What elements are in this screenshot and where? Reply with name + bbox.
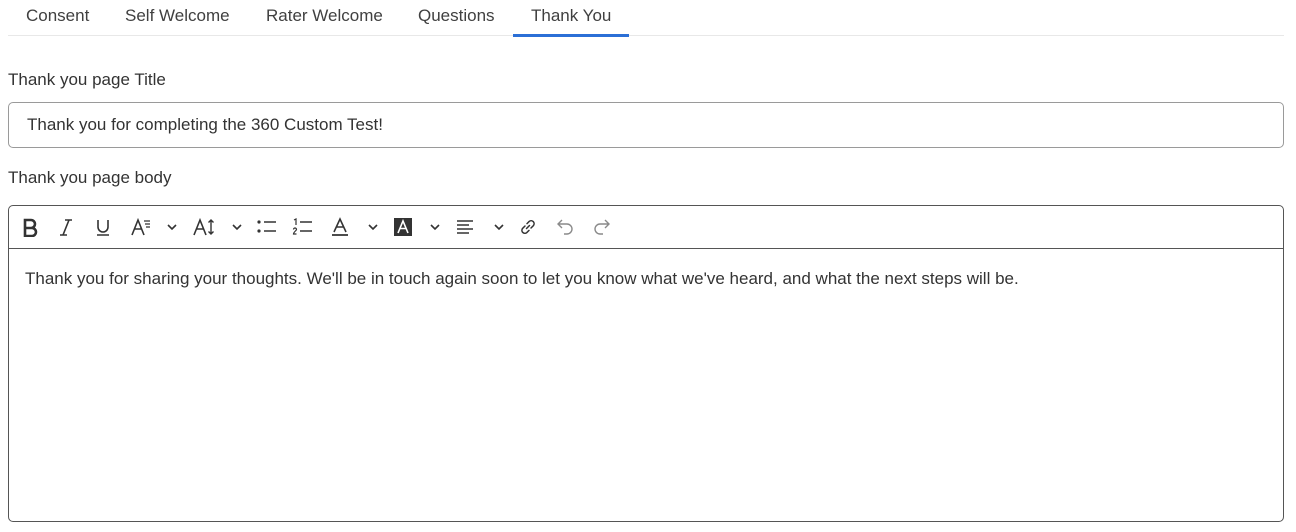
title-input[interactable] xyxy=(8,102,1284,148)
numbered-list-icon[interactable] xyxy=(291,212,315,242)
rich-text-editor: Thank you for sharing your thoughts. We'… xyxy=(8,205,1284,522)
tab-thank-you[interactable]: Thank You xyxy=(513,0,630,37)
font-size-icon[interactable] xyxy=(191,212,217,242)
highlight-color-icon[interactable] xyxy=(392,212,414,242)
font-size-dropdown-chevron-icon[interactable] xyxy=(230,212,244,242)
italic-icon[interactable] xyxy=(55,212,77,242)
editor-toolbar xyxy=(9,206,1283,249)
align-left-icon[interactable] xyxy=(454,212,476,242)
font-family-icon[interactable] xyxy=(129,212,153,242)
title-field-label: Thank you page Title xyxy=(8,70,166,89)
highlight-color-dropdown-chevron-icon[interactable] xyxy=(428,212,442,242)
body-field-label: Thank you page body xyxy=(8,168,172,187)
underline-icon[interactable] xyxy=(92,212,114,242)
bold-icon[interactable] xyxy=(19,212,41,242)
tab-consent[interactable]: Consent xyxy=(8,0,107,36)
editor-content[interactable]: Thank you for sharing your thoughts. We'… xyxy=(9,249,1283,309)
tab-questions[interactable]: Questions xyxy=(400,0,513,36)
font-color-dropdown-chevron-icon[interactable] xyxy=(366,212,380,242)
tab-self-welcome[interactable]: Self Welcome xyxy=(107,0,248,36)
font-family-dropdown-chevron-icon[interactable] xyxy=(165,212,179,242)
bulleted-list-icon[interactable] xyxy=(255,212,279,242)
redo-icon[interactable] xyxy=(591,212,613,242)
undo-icon[interactable] xyxy=(554,212,576,242)
font-color-icon[interactable] xyxy=(329,212,351,242)
tab-bar: Consent Self Welcome Rater Welcome Quest… xyxy=(8,0,1284,37)
align-dropdown-chevron-icon[interactable] xyxy=(492,212,506,242)
link-icon[interactable] xyxy=(517,212,539,242)
tab-rater-welcome[interactable]: Rater Welcome xyxy=(248,0,401,36)
